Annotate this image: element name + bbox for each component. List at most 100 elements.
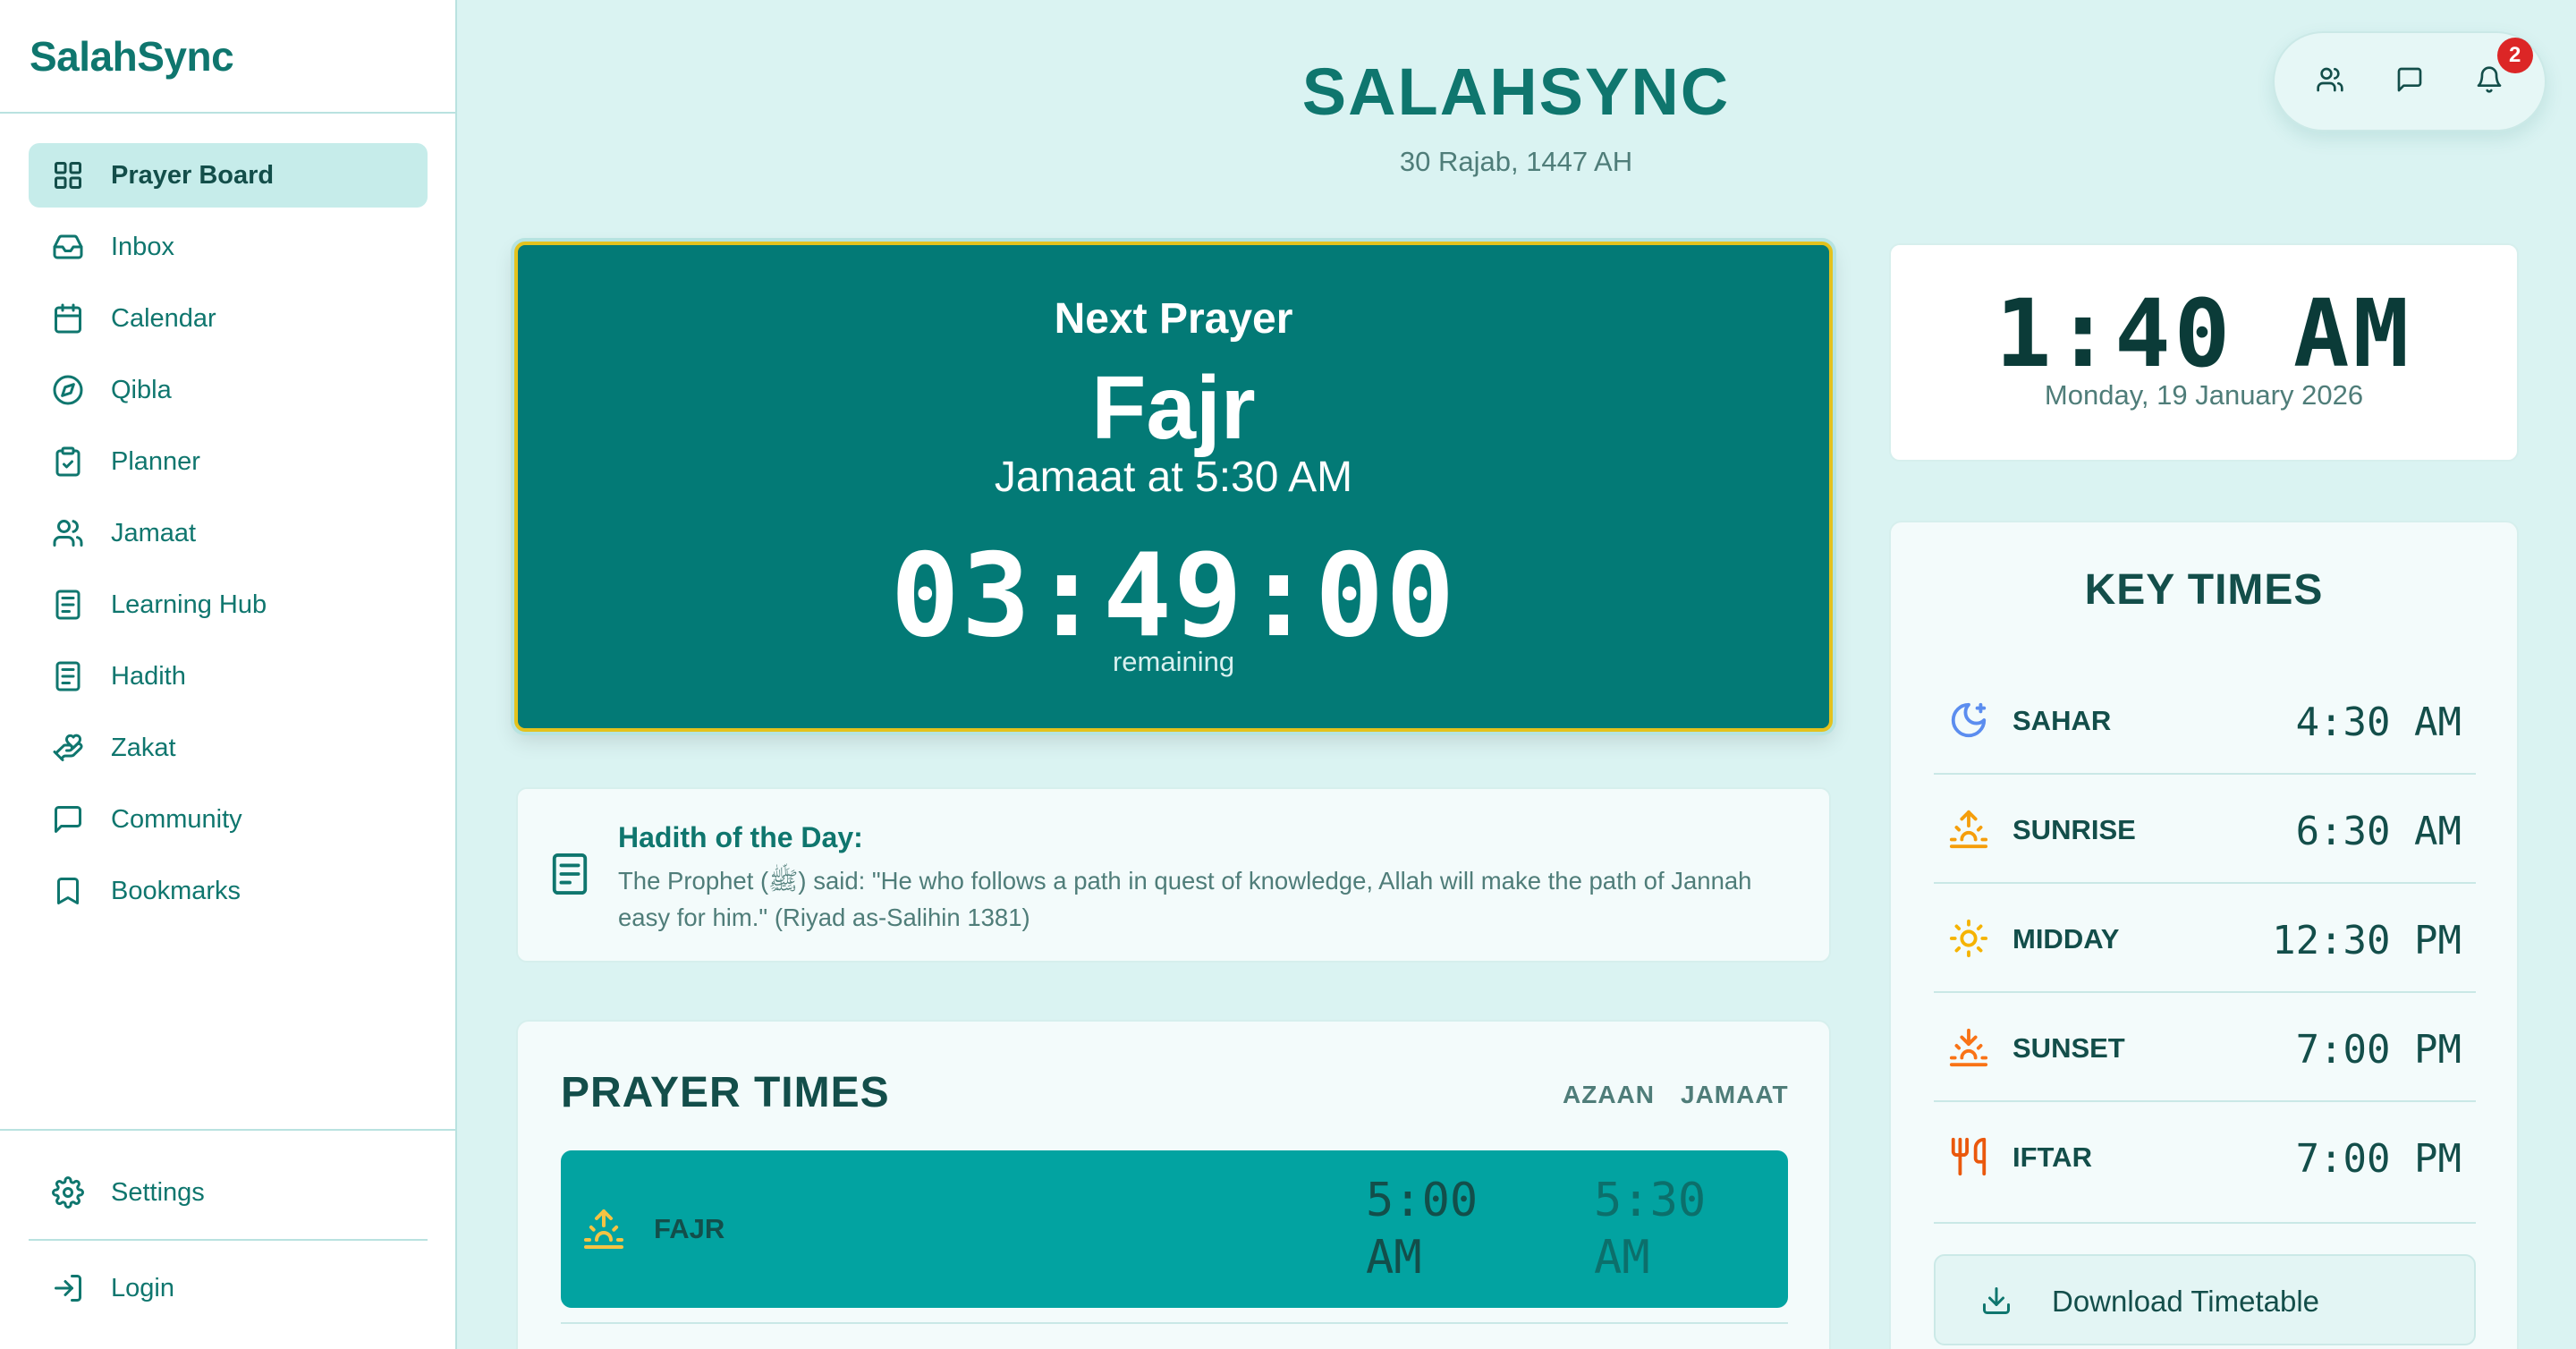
users-icon — [2316, 65, 2344, 98]
sidebar-nav: Prayer Board Inbox Calendar Qibla Planne… — [29, 143, 428, 930]
next-prayer-name: Fajr — [1091, 358, 1256, 458]
page-title: SALAHSYNC — [1301, 55, 1731, 129]
clipboard-check-icon — [51, 445, 85, 479]
hand-heart-icon — [51, 731, 85, 765]
hadith-title: Hadith of the Day: — [618, 821, 863, 853]
inbox-icon — [51, 230, 85, 264]
sidebar-item-hadith[interactable]: Hadith — [29, 644, 428, 708]
key-times-card: KEY TIMES SAHAR 4:30 AM SUNRISE 6:30 AM … — [1889, 521, 2519, 1349]
message-square-icon — [2395, 65, 2424, 98]
sidebar-item-planner[interactable]: Planner — [29, 429, 428, 494]
document-icon — [51, 588, 85, 622]
key-time-value: 4:30 AM — [2295, 700, 2462, 745]
column-header-jamaat: JAMAAT — [1681, 1081, 1789, 1108]
book-icon — [549, 852, 590, 896]
current-date: Monday, 19 January 2026 — [2044, 379, 2364, 411]
bookmark-icon — [51, 874, 85, 908]
sidebar-item-login[interactable]: Login — [29, 1256, 428, 1320]
login-label: Login — [111, 1273, 174, 1302]
users-icon — [51, 516, 85, 550]
sidebar-item-label: Learning Hub — [111, 590, 267, 619]
key-time-label: IFTAR — [2012, 1141, 2092, 1173]
jamaat-time: 5:30 AM — [1594, 1174, 1707, 1285]
sidebar-item-label: Prayer Board — [111, 160, 275, 190]
hadith-text: The Prophet (ﷺ) said: "He who follows a … — [618, 867, 1752, 931]
countdown-remaining-label: remaining — [1112, 646, 1235, 677]
current-time: 1:40 AM — [1995, 279, 2413, 388]
key-time-value: 6:30 AM — [2295, 809, 2462, 854]
prayer-times-card: PRAYER TIMES AZAAN JAMAAT FAJR 5:00 AM 5… — [516, 1020, 1831, 1349]
hijri-date: 30 Rajab, 1447 AH — [1399, 146, 1633, 177]
sidebar-item-prayer-board[interactable]: Prayer Board — [29, 143, 428, 208]
sidebar-item-jamaat[interactable]: Jamaat — [29, 501, 428, 565]
messages-button[interactable] — [2378, 50, 2441, 113]
sidebar-item-learning-hub[interactable]: Learning Hub — [29, 573, 428, 637]
key-time-row-sunrise: SUNRISE 6:30 AM — [1934, 775, 2476, 884]
sidebar-item-label: Jamaat — [111, 518, 197, 547]
key-time-row-midday: MIDDAY 12:30 PM — [1934, 884, 2476, 993]
key-time-label: MIDDAY — [2012, 923, 2120, 954]
prayer-name: FAJR — [654, 1213, 725, 1244]
sidebar-item-label: Qibla — [111, 375, 172, 404]
column-header-azaan: AZAAN — [1563, 1081, 1655, 1108]
sidebar-divider — [29, 1239, 428, 1241]
key-time-label: SUNRISE — [2012, 814, 2136, 845]
sunset-icon — [1948, 1027, 1989, 1068]
sidebar-item-label: Calendar — [111, 303, 216, 333]
gear-icon — [51, 1175, 85, 1209]
key-time-row-sunset: SUNSET 7:00 PM — [1934, 993, 2476, 1102]
grid-icon — [51, 158, 85, 192]
notifications-button[interactable]: 2 — [2458, 38, 2533, 113]
prayer-row-fajr[interactable]: FAJR 5:00 AM 5:30 AM — [561, 1150, 1788, 1308]
key-time-value: 7:00 PM — [2295, 1136, 2462, 1182]
key-times-title: KEY TIMES — [2084, 566, 2324, 614]
users-button[interactable] — [2299, 50, 2361, 113]
sidebar-item-label: Hadith — [111, 661, 186, 691]
hadith-card: Hadith of the Day: The Prophet (ﷺ) said:… — [516, 787, 1831, 963]
azaan-time: 5:00 AM — [1366, 1174, 1479, 1285]
sidebar-divider — [0, 112, 455, 114]
sidebar-item-inbox[interactable]: Inbox — [29, 215, 428, 279]
sidebar-item-settings[interactable]: Settings — [29, 1160, 428, 1225]
countdown-timer: 03:49:00 — [890, 530, 1457, 663]
sidebar-item-label: Zakat — [111, 733, 176, 762]
prayer-times-title: PRAYER TIMES — [561, 1069, 890, 1116]
moon-star-icon — [1948, 700, 1989, 741]
sidebar-item-zakat[interactable]: Zakat — [29, 716, 428, 780]
download-icon — [1980, 1285, 2012, 1317]
key-time-value: 7:00 PM — [2295, 1027, 2462, 1073]
next-prayer-jamaat: Jamaat at 5:30 AM — [994, 454, 1353, 501]
key-time-label: SUNSET — [2012, 1032, 2125, 1064]
key-time-value: 12:30 PM — [2272, 918, 2462, 963]
download-timetable-label: Download Timetable — [2052, 1285, 2319, 1318]
next-prayer-heading: Next Prayer — [1054, 295, 1293, 343]
settings-label: Settings — [111, 1177, 205, 1207]
row-divider — [561, 1322, 1788, 1324]
sidebar-item-label: Inbox — [111, 232, 174, 261]
sunrise-icon — [1948, 809, 1989, 850]
document-icon — [51, 659, 85, 693]
key-time-label: SAHAR — [2012, 705, 2112, 736]
notification-badge: 2 — [2496, 38, 2533, 73]
message-square-icon — [51, 802, 85, 836]
utensils-icon — [1948, 1136, 1989, 1177]
top-actions: 2 — [2273, 31, 2546, 132]
sidebar-item-bookmarks[interactable]: Bookmarks — [29, 859, 428, 923]
download-timetable-button[interactable]: Download Timetable — [1934, 1254, 2476, 1345]
next-prayer-card: Next Prayer Fajr Jamaat at 5:30 AM 03:49… — [514, 242, 1833, 732]
clock-card: 1:40 AM Monday, 19 January 2026 — [1889, 243, 2519, 462]
sidebar-item-calendar[interactable]: Calendar — [29, 286, 428, 351]
sidebar-item-qibla[interactable]: Qibla — [29, 358, 428, 422]
login-icon — [51, 1271, 85, 1305]
sidebar-item-label: Community — [111, 804, 242, 834]
brand-logo[interactable]: SalahSync — [30, 32, 234, 81]
sidebar: SalahSync Prayer Board Inbox Calendar Qi… — [0, 0, 457, 1349]
sunrise-icon — [582, 1208, 625, 1251]
calendar-icon — [51, 301, 85, 335]
sidebar-item-community[interactable]: Community — [29, 787, 428, 852]
bell-icon — [2475, 65, 2504, 98]
sidebar-item-label: Planner — [111, 446, 200, 476]
compass-icon — [51, 373, 85, 407]
sidebar-item-label: Bookmarks — [111, 876, 242, 905]
sun-icon — [1948, 918, 1989, 959]
